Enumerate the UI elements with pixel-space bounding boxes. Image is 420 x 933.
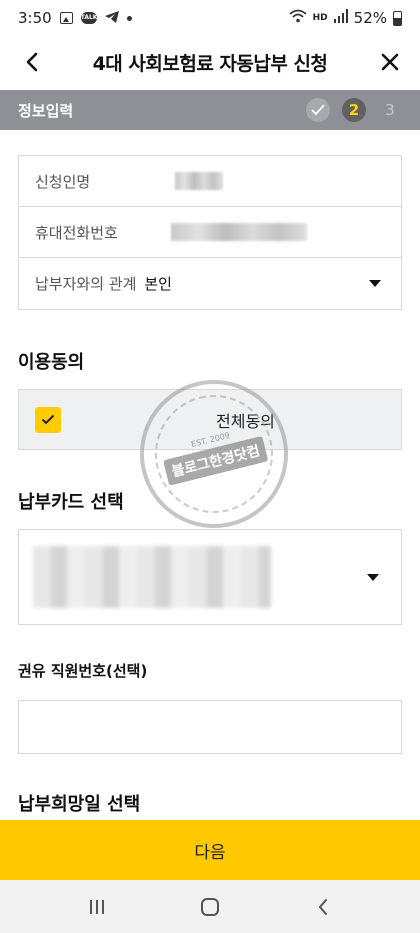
signal-icon <box>333 9 348 27</box>
check-icon <box>41 414 55 425</box>
talk-icon: TALK <box>80 12 97 24</box>
phone-row: 휴대전화번호 <box>19 207 401 258</box>
chevron-left-icon <box>26 52 38 72</box>
agreement-title: 이용동의 <box>18 352 85 373</box>
app-header: 4대 사회보험료 자동납부 신청 <box>0 36 420 88</box>
relation-row[interactable]: 납부자와의 관계 본인 <box>19 258 401 309</box>
recent-apps-button[interactable] <box>73 887 121 927</box>
close-icon <box>381 53 399 71</box>
dot-icon <box>126 15 132 21</box>
caret-down-icon <box>369 280 381 287</box>
battery-icon <box>393 10 402 26</box>
recent-apps-icon <box>89 899 104 914</box>
step-indicator: 2 3 <box>306 98 402 122</box>
applicant-name-value <box>175 172 223 190</box>
applicant-name-label: 신청인명 <box>35 172 91 191</box>
applicant-info: 신청인명 휴대전화번호 납부자와의 관계 본인 <box>18 155 402 310</box>
back-icon <box>318 898 328 915</box>
agree-all-checkbox[interactable] <box>35 406 61 433</box>
applicant-name-row: 신청인명 <box>19 156 401 207</box>
phone-label: 휴대전화번호 <box>35 223 118 242</box>
check-icon <box>311 104 325 116</box>
relation-label: 납부자와의 관계 <box>35 275 137 293</box>
step-label: 정보입력 <box>18 101 74 120</box>
back-nav-button[interactable] <box>299 887 347 927</box>
home-icon <box>200 897 219 916</box>
image-icon <box>59 12 73 24</box>
step-bar: 정보입력 2 3 <box>0 90 420 130</box>
status-bar: 3:50 TALK HD 52% <box>0 0 420 36</box>
wifi-icon <box>289 9 307 27</box>
staff-title: 권유 직원번호(선택) <box>18 662 148 680</box>
home-button[interactable] <box>186 887 234 927</box>
card-title: 납부카드 선택 <box>18 492 124 513</box>
step-done <box>306 98 330 122</box>
telegram-icon <box>104 9 119 27</box>
card-select[interactable] <box>18 529 402 625</box>
relation-value: 본인 <box>144 275 172 293</box>
page-title: 4대 사회보험료 자동납부 신청 <box>92 52 328 75</box>
system-nav-bar <box>0 880 420 933</box>
close-button[interactable] <box>376 48 404 76</box>
battery-percent: 52% <box>353 9 387 27</box>
step-current: 2 <box>342 98 366 122</box>
payment-date-title: 납부희망일 선택 <box>18 794 141 815</box>
phone-value <box>171 223 307 241</box>
next-button[interactable]: 다음 <box>0 820 420 880</box>
network-badge: HD <box>312 13 328 23</box>
step-next: 3 <box>385 101 395 119</box>
status-time: 3:50 <box>18 9 52 27</box>
caret-down-icon <box>367 573 379 581</box>
staff-number-input[interactable] <box>18 700 402 754</box>
back-button[interactable] <box>18 48 46 76</box>
card-value <box>33 546 271 608</box>
